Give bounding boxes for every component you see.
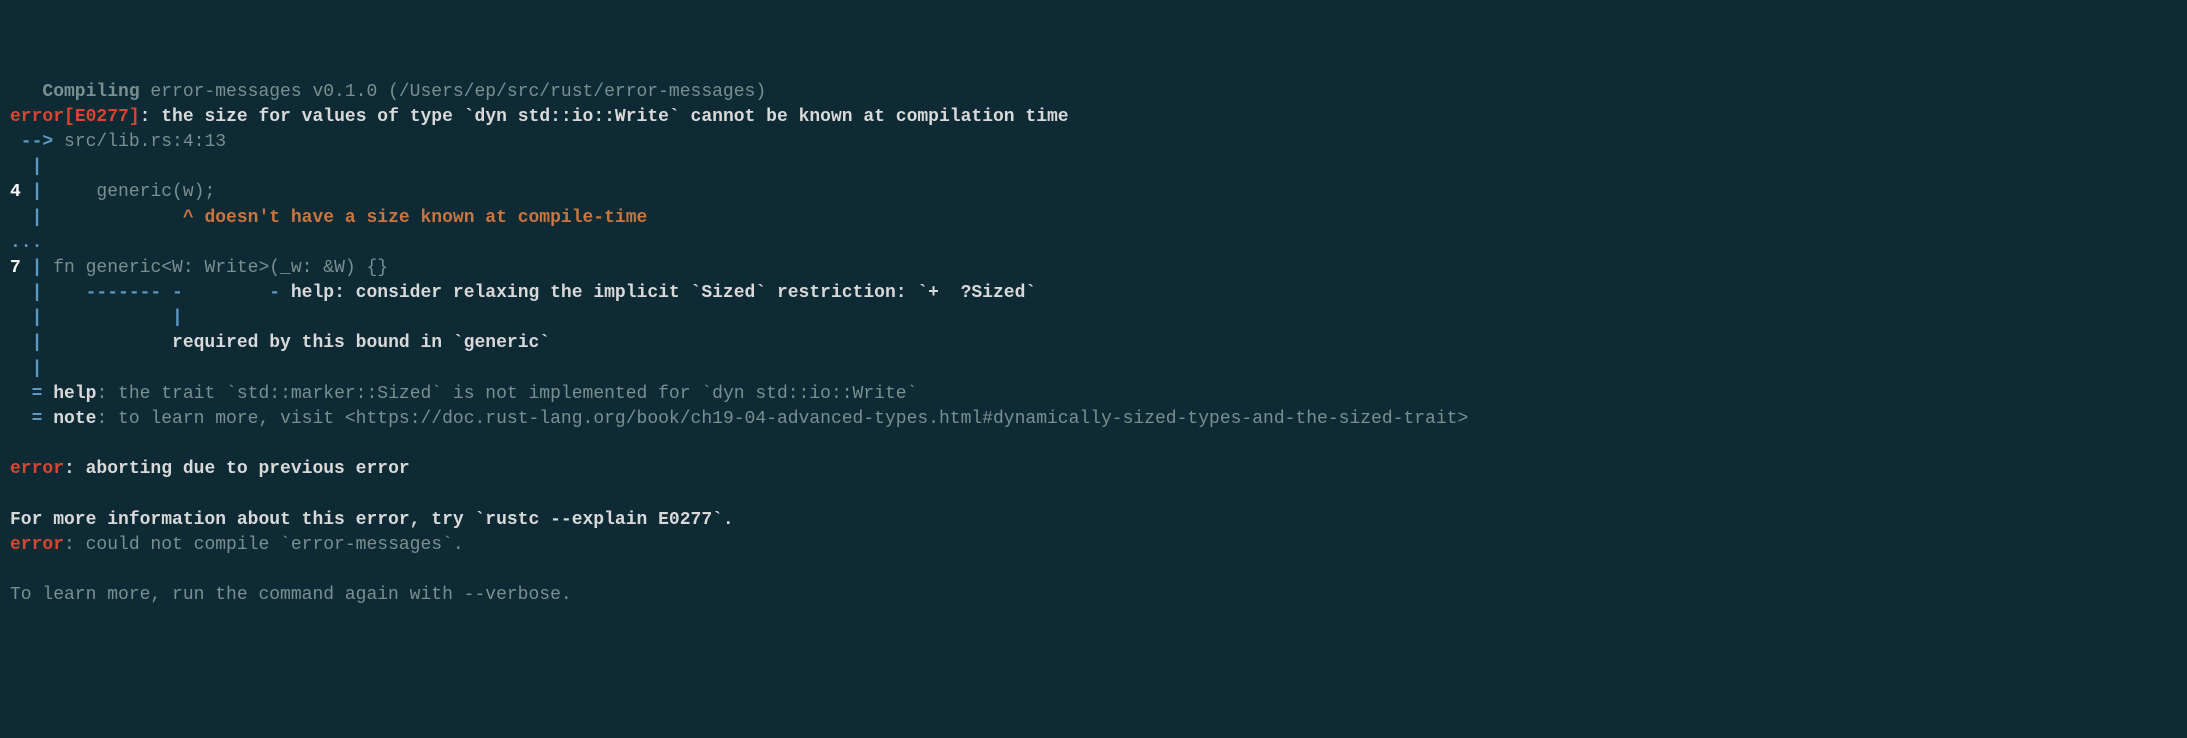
help-message: help: consider relaxing the implicit `Si… xyxy=(280,283,1036,303)
error-label: error xyxy=(10,107,64,127)
gutter: | xyxy=(10,283,42,303)
learn-more: To learn more, run the command again wit… xyxy=(10,585,572,605)
could-not-compile: : could not compile `error-messages`. xyxy=(64,535,464,555)
compiling-label: Compiling xyxy=(10,82,140,102)
code-line: fn generic<W: Write>(_w: &W) {} xyxy=(42,258,388,278)
gutter: | xyxy=(10,333,42,353)
abort-message: : aborting due to previous error xyxy=(64,459,410,479)
error-label: error xyxy=(10,459,64,479)
line-number: 4 xyxy=(10,182,21,202)
gutter: | xyxy=(10,157,42,177)
dashes: ------- - xyxy=(42,283,269,303)
caret-message: ^ doesn't have a size known at compile-t… xyxy=(183,208,647,228)
help-text: : the trait `std::marker::Sized` is not … xyxy=(96,384,917,404)
gutter-bar: | xyxy=(21,182,43,202)
more-info: For more information about this error, t… xyxy=(10,510,734,530)
error-label: error xyxy=(10,535,64,555)
compiling-text: error-messages v0.1.0 (/Users/ep/src/rus… xyxy=(140,82,767,102)
spacing xyxy=(42,333,172,353)
note-label: note xyxy=(53,409,96,429)
gutter: | xyxy=(10,308,42,328)
dots: ... xyxy=(10,233,42,253)
error-code: E0277 xyxy=(75,107,129,127)
arrow-icon: --> xyxy=(10,132,53,152)
code-line: generic(w); xyxy=(42,182,215,202)
source-location: src/lib.rs:4:13 xyxy=(53,132,226,152)
line-number: 7 xyxy=(10,258,21,278)
error-message: : the size for values of type `dyn std::… xyxy=(140,107,1069,127)
required-message: required by this bound in `generic` xyxy=(172,333,550,353)
terminal-output: Compiling error-messages v0.1.0 (/Users/… xyxy=(10,80,2177,609)
bracket-open: [ xyxy=(64,107,75,127)
gutter-bar: | xyxy=(21,258,43,278)
gutter: | xyxy=(10,208,42,228)
pipe-icon: | xyxy=(172,308,183,328)
help-label: help xyxy=(53,384,96,404)
dash: - xyxy=(269,283,280,303)
spacing xyxy=(42,308,172,328)
eq-prefix: = xyxy=(10,384,53,404)
gutter: | xyxy=(10,359,42,379)
bracket-close: ] xyxy=(129,107,140,127)
eq-prefix: = xyxy=(10,409,53,429)
note-text: : to learn more, visit <https://doc.rust… xyxy=(96,409,1468,429)
spacing xyxy=(42,208,182,228)
